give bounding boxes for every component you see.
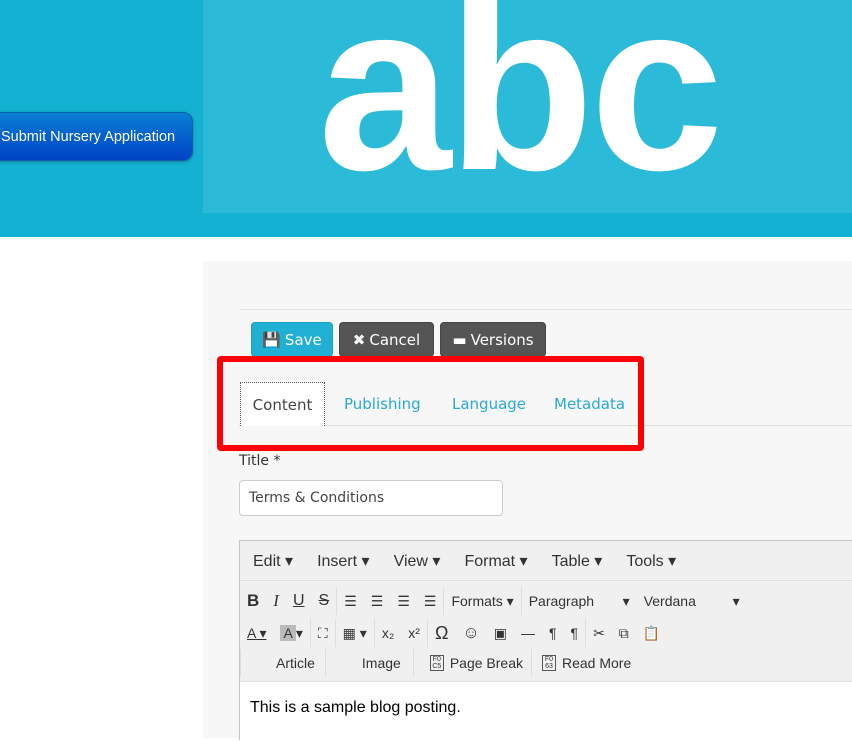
italic-icon[interactable]: I xyxy=(266,587,286,615)
page-break-icon: F0 C5 xyxy=(429,655,444,671)
special-character-icon[interactable]: Ω xyxy=(428,619,455,647)
menu-insert[interactable]: Insert ▾ xyxy=(317,551,370,571)
table-icon[interactable]: ▦ ▾ xyxy=(336,619,374,647)
underline-icon[interactable]: U xyxy=(286,587,312,615)
paragraph-dropdown[interactable]: Paragraph ▾ xyxy=(522,587,637,615)
fullscreen-icon[interactable]: ⛶ xyxy=(311,619,335,647)
submit-nursery-application-button[interactable]: Submit Nursery Application xyxy=(0,112,193,161)
close-icon: ✖ xyxy=(352,330,366,349)
menu-format[interactable]: Format ▾ xyxy=(464,551,527,571)
save-icon: 💾 xyxy=(262,330,281,349)
emoticon-icon[interactable]: ☺ xyxy=(455,619,486,647)
paste-icon[interactable]: 📋 xyxy=(636,619,667,647)
bold-icon[interactable]: B xyxy=(240,587,266,615)
align-left-icon[interactable]: ☰ xyxy=(337,587,364,615)
align-right-icon[interactable]: ☰ xyxy=(390,587,417,615)
superscript-icon[interactable]: x² xyxy=(401,619,427,647)
menu-table[interactable]: Table ▾ xyxy=(552,551,603,571)
subscript-icon[interactable]: x₂ xyxy=(375,619,401,647)
justify-icon[interactable]: ☰ xyxy=(417,587,444,615)
media-icon[interactable]: ▣ xyxy=(487,619,514,647)
title-label: Title * xyxy=(239,453,281,469)
highlight-box xyxy=(217,356,644,451)
article-button[interactable]: Article xyxy=(241,649,325,677)
read-more-icon: F0 63 xyxy=(542,655,556,671)
align-center-icon[interactable]: ☰ xyxy=(364,587,391,615)
menu-tools[interactable]: Tools ▾ xyxy=(626,551,676,571)
formats-dropdown[interactable]: Formats ▾ xyxy=(444,587,520,615)
text-color-icon[interactable]: A ▾ xyxy=(240,619,273,647)
menu-view[interactable]: View ▾ xyxy=(394,551,441,571)
copy-icon[interactable]: ⧉ xyxy=(612,619,636,647)
read-more-button[interactable]: F0 63 Read More xyxy=(532,649,639,677)
versions-button[interactable]: ▬ Versions xyxy=(440,322,546,357)
divider xyxy=(239,309,852,310)
strikethrough-icon[interactable]: S xyxy=(312,587,337,615)
cut-icon[interactable]: ✂ xyxy=(586,619,612,647)
editor-menubar: Edit ▾ Insert ▾ View ▾ Format ▾ Table ▾ … xyxy=(240,541,852,581)
logo: abc xyxy=(203,0,852,213)
font-dropdown[interactable]: Verdana ▾ xyxy=(637,587,747,615)
cancel-button[interactable]: ✖ Cancel xyxy=(339,322,434,357)
horizontal-rule-icon[interactable]: — xyxy=(514,619,542,647)
save-button[interactable]: 💾 Save xyxy=(251,322,333,357)
ltr-icon[interactable]: ¶ xyxy=(542,619,564,647)
page-break-button[interactable]: F0 C5 Page Break xyxy=(414,649,531,677)
rich-text-editor: Edit ▾ Insert ▾ View ▾ Format ▾ Table ▾ … xyxy=(239,540,852,741)
background-color-icon[interactable]: A ▾ xyxy=(273,619,309,647)
menu-edit[interactable]: Edit ▾ xyxy=(253,551,293,571)
image-button[interactable]: Image xyxy=(326,649,413,677)
editor-content[interactable]: This is a sample blog posting. xyxy=(240,681,852,741)
archive-icon: ▬ xyxy=(452,330,467,349)
rtl-icon[interactable]: ¶ xyxy=(564,619,586,647)
title-input[interactable]: Terms & Conditions xyxy=(239,480,503,516)
